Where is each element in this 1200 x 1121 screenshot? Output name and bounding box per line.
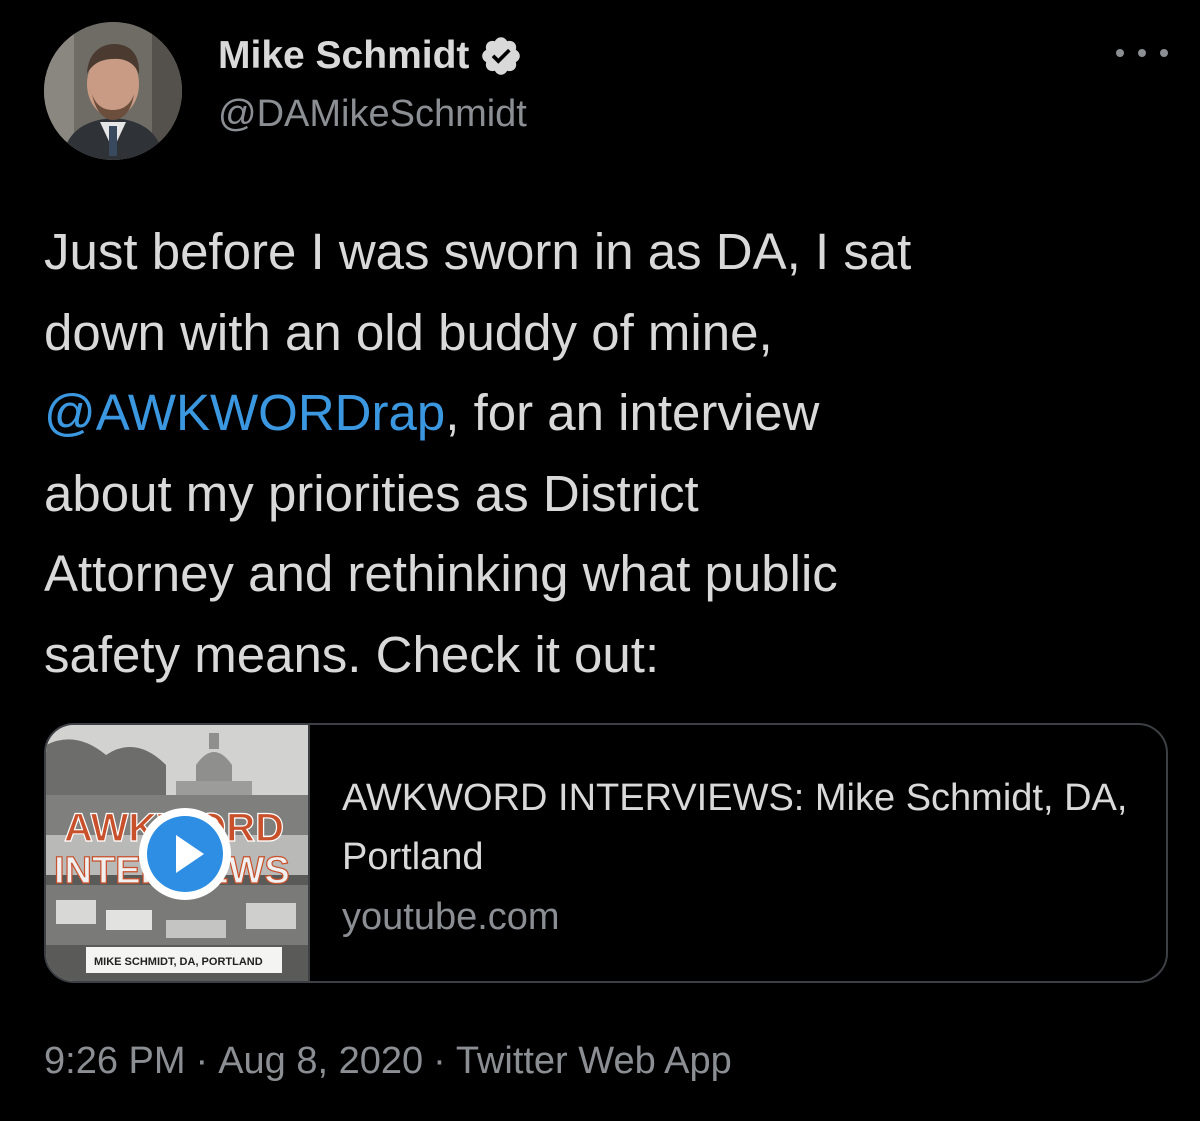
card-title: AWKWORD INTERVIEWS: Mike Schmidt, DA, Po…	[342, 777, 1128, 878]
link-preview-card[interactable]: AWKWORD INTERVIEWS MIKE SCHMIDT, DA, POR…	[44, 723, 1168, 983]
thumbnail-caption: MIKE SCHMIDT, DA, PORTLAND	[94, 956, 263, 968]
tweet-metadata: 9:26 PM · Aug 8, 2020 · Twitter Web App	[44, 1033, 732, 1089]
card-thumbnail[interactable]: AWKWORD INTERVIEWS MIKE SCHMIDT, DA, POR…	[46, 725, 310, 981]
play-icon[interactable]	[139, 808, 231, 900]
avatar-photo	[44, 22, 182, 160]
author-name-text: Mike Schmidt	[218, 34, 470, 77]
tweet-text: Just before I was sworn in as DA, I sat …	[44, 212, 1174, 695]
tweet-line: about my priorities as District	[44, 464, 699, 522]
meta-separator: ·	[195, 1040, 209, 1082]
tweet-source[interactable]: Twitter Web App	[456, 1040, 732, 1082]
card-domain: youtube.com	[342, 896, 560, 938]
tweet-line: Just before I was sworn in as DA, I sat	[44, 223, 912, 280]
avatar[interactable]	[44, 22, 182, 160]
more-dot	[1160, 49, 1168, 57]
more-horizontal-icon[interactable]	[1116, 38, 1168, 68]
verified-badge-icon	[482, 37, 521, 75]
meta-separator: ·	[433, 1040, 446, 1082]
tweet-line: , for an interview	[445, 384, 820, 441]
author-display-name[interactable]: Mike Schmidt	[218, 30, 523, 82]
more-dot	[1116, 49, 1124, 57]
author-handle[interactable]: @DAMikeSchmidt	[218, 88, 527, 140]
tweet-line: safety means. Check it out:	[44, 625, 660, 683]
tweet-line: Attorney and rethinking what public	[44, 545, 838, 602]
more-dot	[1138, 49, 1146, 57]
play-icon-inner	[147, 816, 223, 892]
mention-link[interactable]: @AWKWORDrap	[44, 384, 445, 441]
tweet-time[interactable]: 9:26 PM	[44, 1040, 186, 1082]
tweet-date[interactable]: Aug 8, 2020	[218, 1040, 423, 1082]
tweet-line: down with an old buddy of mine,	[44, 303, 773, 361]
